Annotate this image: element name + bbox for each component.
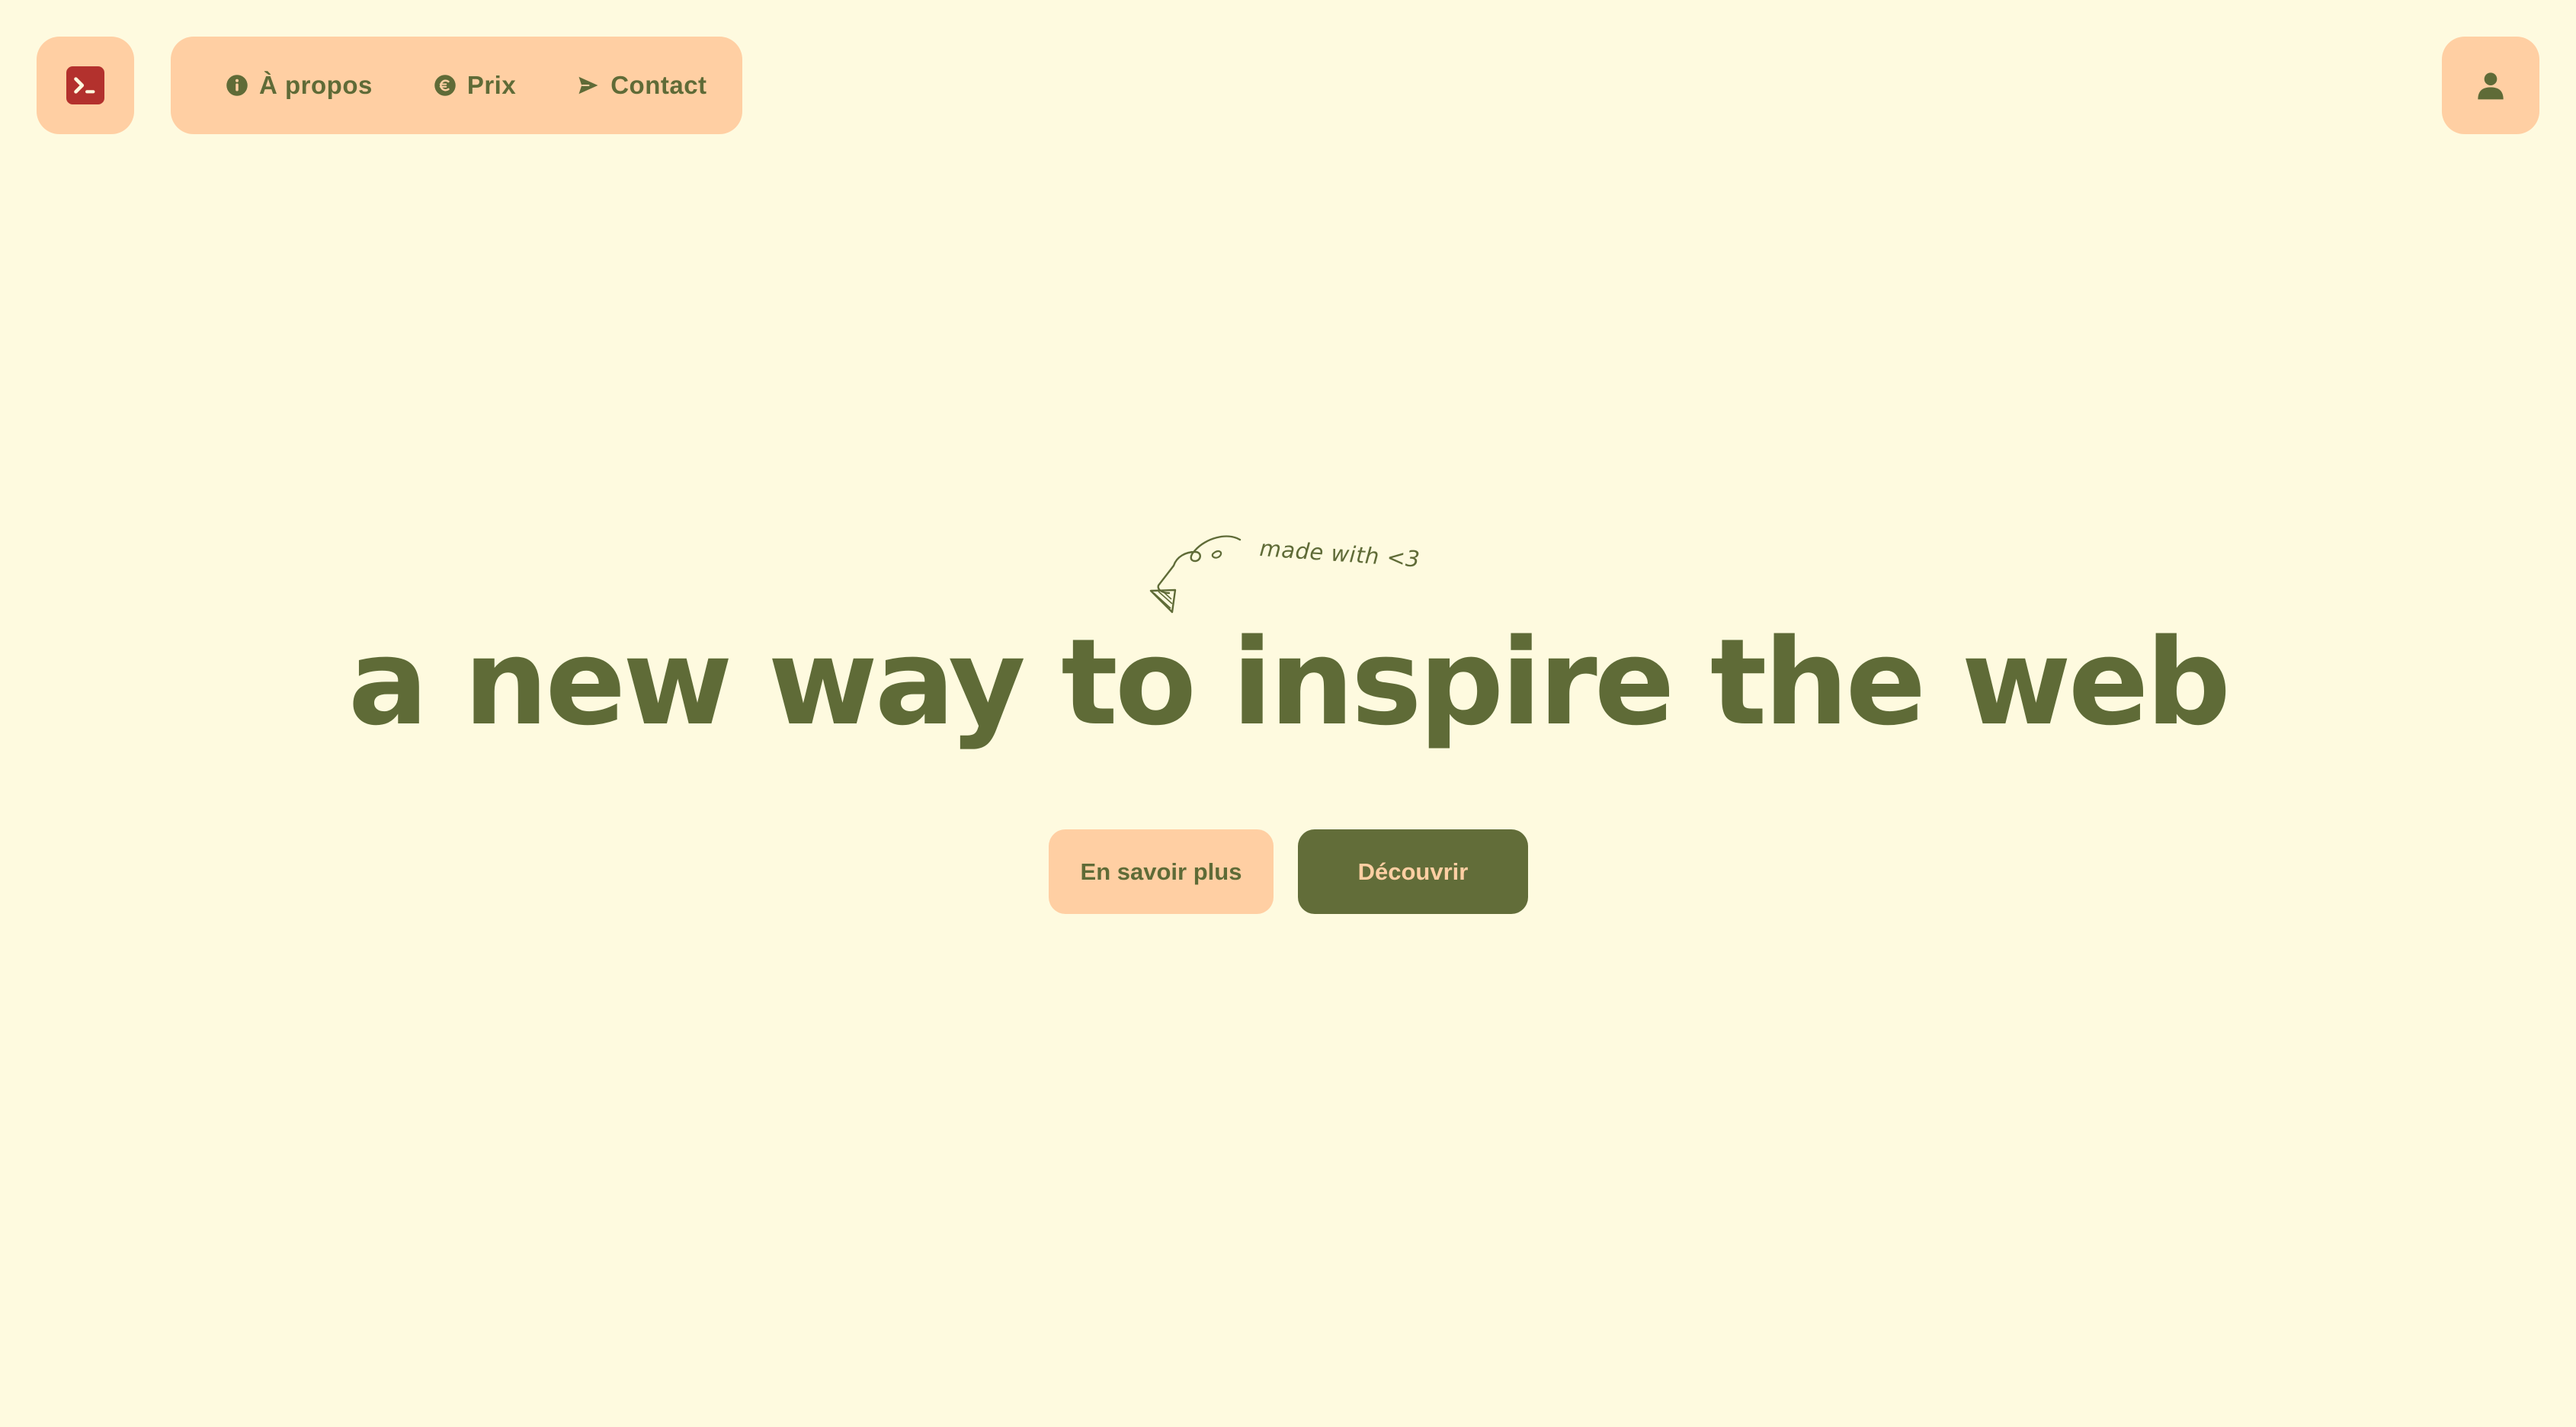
hand-drawn-arrow-icon	[1149, 535, 1242, 614]
tagline: made with <3	[1258, 535, 1421, 572]
hero-section: made with <3 a new way to inspire the we…	[0, 0, 2576, 1427]
discover-button[interactable]: Découvrir	[1298, 829, 1528, 914]
hero-headline: a new way to inspire the web	[348, 613, 2231, 752]
learn-more-button[interactable]: En savoir plus	[1049, 829, 1274, 914]
